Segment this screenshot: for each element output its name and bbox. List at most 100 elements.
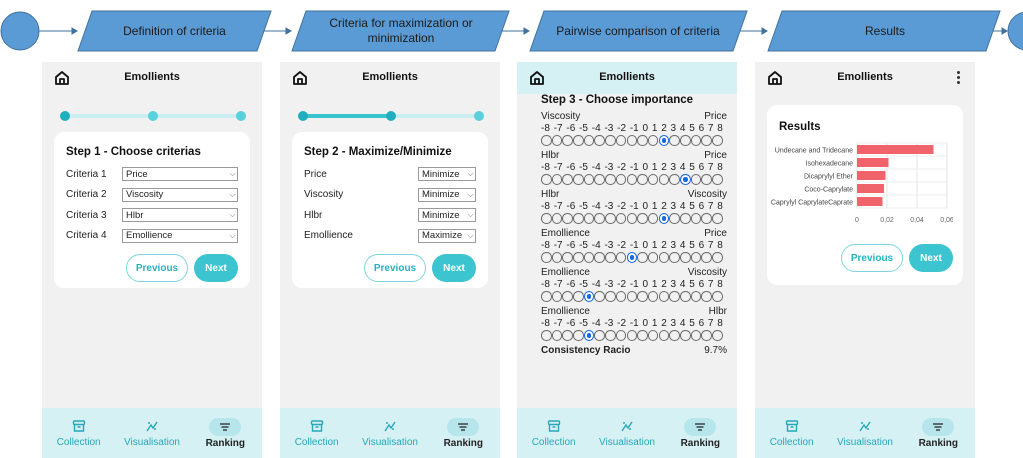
radio-selected[interactable] xyxy=(583,291,595,302)
radio-option[interactable] xyxy=(669,330,680,341)
radio-option[interactable] xyxy=(594,174,606,185)
radio-option[interactable] xyxy=(712,174,723,185)
radio-option[interactable] xyxy=(551,174,563,185)
radio-option[interactable] xyxy=(541,330,552,341)
radio-option[interactable] xyxy=(562,213,573,224)
nav-ranking[interactable]: Ranking xyxy=(667,418,733,449)
radio-option[interactable] xyxy=(541,291,552,302)
nav-visualisation[interactable]: Visualisation xyxy=(357,418,423,448)
radio-option[interactable] xyxy=(626,330,638,341)
radio-option[interactable] xyxy=(594,252,606,263)
radio-option[interactable] xyxy=(615,291,627,302)
nav-visualisation[interactable]: Visualisation xyxy=(832,418,898,448)
radio-option[interactable] xyxy=(626,174,638,185)
previous-button[interactable]: Previous xyxy=(841,244,903,272)
radio-option[interactable] xyxy=(690,213,702,224)
radio-option[interactable] xyxy=(669,291,680,302)
radio-option[interactable] xyxy=(594,135,606,146)
radio-selected[interactable] xyxy=(658,213,670,224)
criteria-select[interactable]: Price ⌵ xyxy=(122,167,238,182)
radio-option[interactable] xyxy=(615,252,627,263)
radio-option[interactable] xyxy=(712,330,723,341)
criteria-select[interactable]: Emollience ⌵ xyxy=(122,228,238,243)
radio-option[interactable] xyxy=(605,135,616,146)
radio-option[interactable] xyxy=(690,291,702,302)
radio-option[interactable] xyxy=(690,330,702,341)
radio-option[interactable] xyxy=(690,252,702,263)
radio-option[interactable] xyxy=(594,291,606,302)
next-button[interactable]: Next xyxy=(909,244,953,272)
radio-option[interactable] xyxy=(701,135,712,146)
radio-option[interactable] xyxy=(541,213,552,224)
radio-option[interactable] xyxy=(573,252,584,263)
radio-option[interactable] xyxy=(679,213,691,224)
radio-option[interactable] xyxy=(701,174,712,185)
radio-option[interactable] xyxy=(637,213,648,224)
radio-option[interactable] xyxy=(679,330,691,341)
radio-option[interactable] xyxy=(551,213,563,224)
direction-select[interactable]: Minimize ⌵ xyxy=(418,208,476,223)
radio-option[interactable] xyxy=(637,252,648,263)
nav-ranking[interactable]: Ranking xyxy=(905,418,971,449)
radio-option[interactable] xyxy=(605,330,616,341)
next-button[interactable]: Next xyxy=(194,254,238,282)
criteria-select[interactable]: Hlbr ⌵ xyxy=(122,208,238,223)
radio-option[interactable] xyxy=(615,174,627,185)
nav-ranking[interactable]: Ranking xyxy=(430,418,496,449)
radio-option[interactable] xyxy=(647,135,659,146)
radio-option[interactable] xyxy=(626,291,638,302)
radio-option[interactable] xyxy=(669,252,680,263)
radio-option[interactable] xyxy=(669,135,680,146)
radio-option[interactable] xyxy=(551,135,563,146)
radio-option[interactable] xyxy=(658,174,670,185)
nav-ranking[interactable]: Ranking xyxy=(192,418,258,449)
radio-option[interactable] xyxy=(573,135,584,146)
radio-option[interactable] xyxy=(583,135,595,146)
radio-option[interactable] xyxy=(647,252,659,263)
radio-option[interactable] xyxy=(679,252,691,263)
radio-option[interactable] xyxy=(701,330,712,341)
radio-option[interactable] xyxy=(562,291,573,302)
radio-option[interactable] xyxy=(669,213,680,224)
radio-option[interactable] xyxy=(701,252,712,263)
radio-option[interactable] xyxy=(615,135,627,146)
radio-option[interactable] xyxy=(647,291,659,302)
radio-option[interactable] xyxy=(562,252,573,263)
radio-option[interactable] xyxy=(647,330,659,341)
nav-collection[interactable]: Collection xyxy=(521,418,587,448)
radio-option[interactable] xyxy=(573,213,584,224)
radio-option[interactable] xyxy=(562,135,573,146)
previous-button[interactable]: Previous xyxy=(364,254,426,282)
radio-option[interactable] xyxy=(573,330,584,341)
radio-option[interactable] xyxy=(583,213,595,224)
radio-option[interactable] xyxy=(637,135,648,146)
radio-option[interactable] xyxy=(712,291,723,302)
radio-option[interactable] xyxy=(658,252,670,263)
radio-option[interactable] xyxy=(669,174,680,185)
radio-option[interactable] xyxy=(605,252,616,263)
radio-option[interactable] xyxy=(573,174,584,185)
radio-option[interactable] xyxy=(583,252,595,263)
radio-option[interactable] xyxy=(626,213,638,224)
nav-collection[interactable]: Collection xyxy=(284,418,350,448)
radio-option[interactable] xyxy=(551,330,563,341)
radio-selected[interactable] xyxy=(583,330,595,341)
radio-option[interactable] xyxy=(647,213,659,224)
radio-option[interactable] xyxy=(637,174,648,185)
radio-option[interactable] xyxy=(647,174,659,185)
radio-option[interactable] xyxy=(690,135,702,146)
radio-option[interactable] xyxy=(594,330,606,341)
radio-option[interactable] xyxy=(615,213,627,224)
radio-option[interactable] xyxy=(658,291,670,302)
radio-option[interactable] xyxy=(701,291,712,302)
direction-select[interactable]: Minimize ⌵ xyxy=(418,167,476,182)
radio-option[interactable] xyxy=(605,174,616,185)
direction-select[interactable]: Maximize ⌵ xyxy=(418,228,476,243)
radio-option[interactable] xyxy=(679,135,691,146)
next-button[interactable]: Next xyxy=(432,254,476,282)
direction-select[interactable]: Minimize ⌵ xyxy=(418,187,476,202)
radio-option[interactable] xyxy=(658,330,670,341)
nav-visualisation[interactable]: Visualisation xyxy=(119,418,185,448)
radio-option[interactable] xyxy=(551,252,563,263)
radio-option[interactable] xyxy=(712,213,723,224)
